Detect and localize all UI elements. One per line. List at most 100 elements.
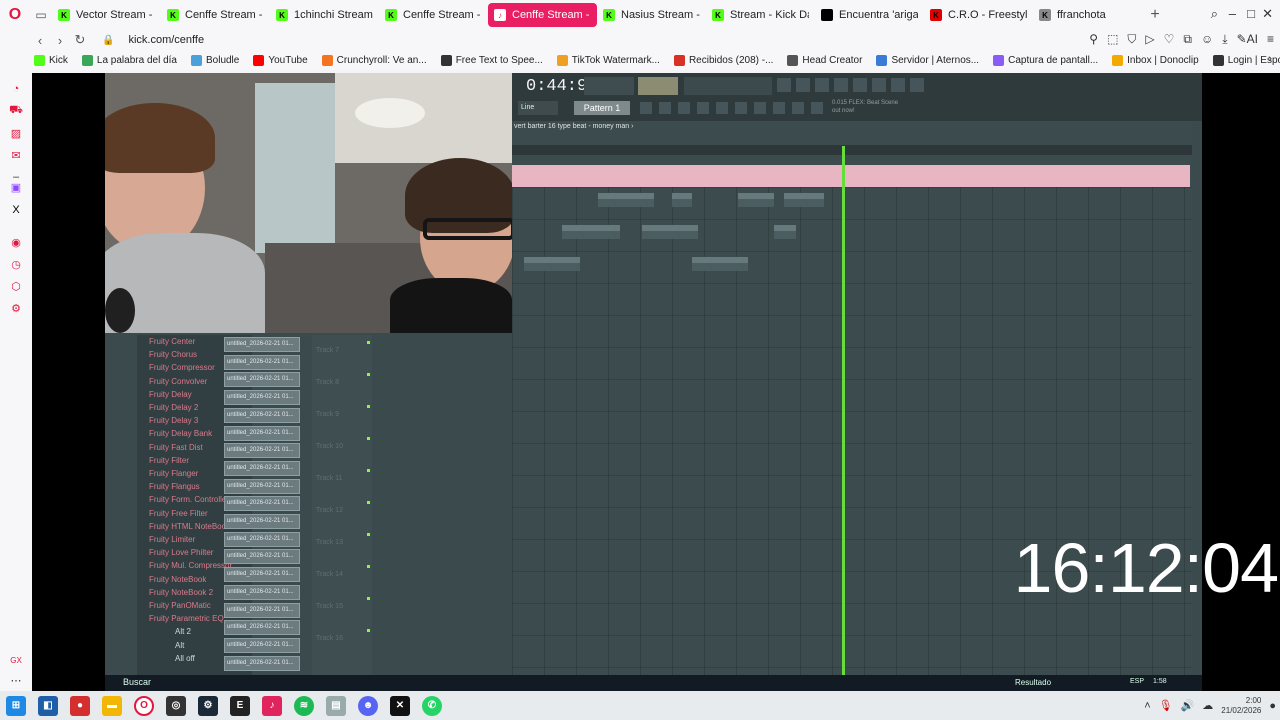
opera-logo-icon[interactable]: O [0, 0, 30, 30]
audio-clip[interactable] [672, 193, 692, 207]
discord-icon[interactable]: ☻ [358, 695, 378, 716]
spotify-icon[interactable]: ≋ [294, 695, 314, 716]
whatsapp-icon[interactable]: ✆ [422, 695, 442, 716]
minimize-icon[interactable]: – [1229, 6, 1236, 21]
timeline-ruler[interactable] [512, 145, 1192, 155]
tab-2[interactable]: K 1chinchi Stream - W [270, 3, 379, 27]
stream-video[interactable]: Fruity Center Fruity Chorus Fruity Compres… [32, 73, 1280, 691]
track-label[interactable]: Track 14 [316, 571, 343, 578]
sidebar-gx-icon[interactable]: GX [9, 653, 23, 667]
plugin-item[interactable]: Fruity Convolver [149, 377, 207, 386]
track-label[interactable]: Track 9 [316, 411, 339, 418]
tab-9[interactable]: Kffranchota [1033, 3, 1142, 27]
tab-5[interactable]: K Nasius Stream - Wat [597, 3, 706, 27]
sidebar-extensions-icon[interactable]: ⬡ [9, 279, 23, 293]
plugin-item[interactable]: Fruity NoteBook 2 [149, 588, 213, 597]
channel-clip[interactable]: untitled_2026-02-21 01... [224, 407, 300, 423]
channel-clip[interactable]: untitled_2026-02-21 01... [224, 602, 300, 618]
tab-8[interactable]: K C.R.O - Freestyle (Vi [924, 3, 1033, 27]
channel-clip[interactable]: untitled_2026-02-21 01... [224, 567, 300, 583]
back-button[interactable]: ‹ [30, 33, 50, 48]
toolbar-button[interactable] [910, 78, 924, 92]
bookmark-7[interactable]: Recibidos (208) -... [673, 54, 773, 66]
channel-clip[interactable]: untitled_2026-02-21 01... [224, 425, 300, 441]
bookmark-2[interactable]: Boludle [190, 54, 239, 66]
audio-clip[interactable] [598, 193, 654, 207]
cloud-icon[interactable]: ☁ [1202, 699, 1213, 712]
tool-button[interactable] [792, 102, 804, 114]
plugin-item[interactable]: Fruity Delay 2 [149, 403, 198, 412]
reload-button[interactable]: ↻ [70, 32, 90, 48]
tool-button[interactable] [697, 102, 709, 114]
toolbar-button[interactable] [853, 78, 867, 92]
pattern-selector[interactable]: Pattern 1 [574, 101, 630, 115]
menu-icon[interactable]: ≡ [1267, 32, 1274, 47]
plugin-item[interactable]: Fruity Delay Bank [149, 429, 212, 438]
pin-icon[interactable]: ⚲ [1089, 32, 1098, 47]
playlist-grid[interactable] [512, 187, 1192, 691]
account-icon[interactable]: ☺ [1201, 32, 1213, 47]
steam-icon[interactable]: ⚙ [198, 695, 218, 716]
plugin-item[interactable]: Fruity Flangus [149, 482, 200, 491]
tab-0[interactable]: K Vector Stream - Wat [52, 3, 161, 27]
channel-clip[interactable]: untitled_2026-02-21 01... [224, 496, 300, 512]
track-label[interactable]: Track 16 [316, 635, 343, 642]
tool-button[interactable] [678, 102, 690, 114]
plugin-item[interactable]: All off [175, 654, 195, 663]
audio-clip[interactable] [642, 225, 698, 239]
track-label[interactable]: Track 13 [316, 539, 343, 546]
plugin-item[interactable]: Fruity Mul. Compressor [149, 561, 232, 570]
playhead[interactable] [842, 146, 845, 691]
audio-clip[interactable] [692, 257, 748, 271]
obs-icon[interactable]: ◎ [166, 695, 186, 716]
bookmark-5[interactable]: Free Text to Spee... [440, 54, 543, 66]
channel-clip[interactable]: untitled_2026-02-21 01... [224, 655, 300, 671]
plugin-item[interactable]: Fruity Delay 3 [149, 416, 198, 425]
capcut-icon[interactable]: ✕ [390, 695, 410, 716]
channel-clip[interactable]: untitled_2026-02-21 01... [224, 637, 300, 653]
plugin-item[interactable]: Fruity Love Philter [149, 548, 213, 557]
snapshot-icon[interactable]: ⬚ [1107, 32, 1118, 47]
davinci-icon[interactable]: ● [70, 695, 90, 716]
system-clock[interactable]: 2:00 21/02/2026 [1221, 696, 1261, 716]
forward-button[interactable]: › [50, 33, 70, 48]
plugin-item[interactable]: Fruity Form. Controller [149, 495, 229, 504]
sample-track-waveform[interactable] [512, 165, 1190, 187]
sidebar-mail-icon[interactable]: ✉ [9, 148, 23, 162]
channel-clip[interactable]: untitled_2026-02-21 01... [224, 620, 300, 636]
tab-3[interactable]: K Cenffe Stream - Wat [379, 3, 488, 27]
audio-clip[interactable] [784, 193, 824, 207]
bookmark-1[interactable]: La palabra del día [81, 54, 177, 66]
bookmark-11[interactable]: Inbox | Donoclip [1112, 54, 1199, 66]
plugin-item[interactable]: Fruity Chorus [149, 350, 197, 359]
tool-button[interactable] [754, 102, 766, 114]
plugin-item[interactable]: Fruity Flanger [149, 469, 198, 478]
track-label[interactable]: Track 10 [316, 443, 343, 450]
channel-clip[interactable]: untitled_2026-02-21 01... [224, 584, 300, 600]
snap-selector[interactable]: Line [518, 101, 558, 115]
sidebar-ai-icon[interactable]: ◔ [9, 82, 23, 96]
plugin-item[interactable]: Fruity Filter [149, 456, 189, 465]
notification-icon[interactable]: ● [1269, 700, 1276, 712]
volume-icon[interactable]: 🔊 [1181, 699, 1195, 712]
plugin-item[interactable]: Fruity Delay [149, 390, 192, 399]
search-tabs-icon[interactable]: ⌕ [1211, 6, 1218, 22]
new-tab-button[interactable]: + [1142, 6, 1168, 24]
play-icon[interactable]: ▷ [1145, 32, 1154, 47]
track-label[interactable]: Track 7 [316, 347, 339, 354]
track-label[interactable]: Track 15 [316, 603, 343, 610]
app-icon[interactable]: ◧ [38, 695, 58, 716]
tool-button[interactable] [811, 102, 823, 114]
channel-clip[interactable]: untitled_2026-02-21 01... [224, 531, 300, 547]
bookmark-4[interactable]: Crunchyroll: Ve an... [321, 54, 427, 66]
tab-4[interactable]: ♪ Cenffe Stream - Wat [488, 3, 597, 27]
plugin-item[interactable]: Alt [175, 641, 184, 650]
channel-clip[interactable]: untitled_2026-02-21 01... [224, 460, 300, 476]
bookmark-9[interactable]: Servidor | Aternos... [876, 54, 979, 66]
sidebar-x-icon[interactable]: X [9, 203, 23, 217]
audio-clip[interactable] [774, 225, 796, 239]
plugin-item[interactable]: Fruity NoteBook [149, 575, 206, 584]
bookmark-10[interactable]: Captura de pantall... [993, 54, 1098, 66]
audio-clip[interactable] [738, 193, 774, 207]
epic-games-icon[interactable]: E [230, 695, 250, 716]
